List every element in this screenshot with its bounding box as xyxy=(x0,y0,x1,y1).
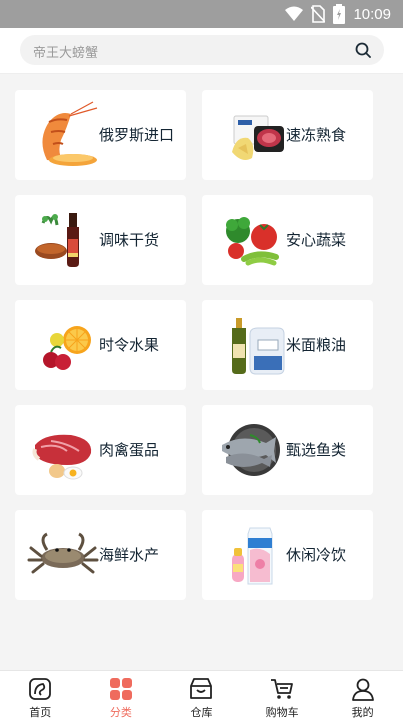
drink-icon xyxy=(232,527,273,585)
tab-label: 分类 xyxy=(109,706,132,719)
status-time: 10:09 xyxy=(353,5,391,23)
category-label: 海鲜水产 xyxy=(99,546,160,564)
grain-oil-icon xyxy=(232,318,285,375)
category-label: 休闲冷饮 xyxy=(286,546,347,564)
category-label: 米面粮油 xyxy=(286,336,347,354)
search-bar-area: 帝王大螃蟹 xyxy=(0,28,403,74)
category-card-seafood[interactable]: 海鲜水产 xyxy=(15,510,186,600)
frozen-food-icon xyxy=(232,115,284,160)
category-label: 调味干货 xyxy=(99,231,160,249)
tab-home[interactable]: 首页 xyxy=(0,671,81,722)
category-label: 俄罗斯进口 xyxy=(99,126,175,144)
category-label: 甄选鱼类 xyxy=(286,441,347,459)
tab-label: 我的 xyxy=(351,706,374,719)
category-card-grain-oil[interactable]: 米面粮油 xyxy=(202,300,373,390)
category-card-vegetables[interactable]: 安心蔬菜 xyxy=(202,195,373,285)
category-card-meat-egg[interactable]: 肉禽蛋品 xyxy=(15,405,186,495)
status-bar: 10:09 xyxy=(0,0,403,28)
category-label: 速冻熟食 xyxy=(286,126,347,144)
category-label: 肉禽蛋品 xyxy=(99,441,160,459)
category-icon xyxy=(109,678,132,700)
tab-label: 仓库 xyxy=(190,706,213,719)
category-card-frozen-food[interactable]: 速冻熟食 xyxy=(202,90,373,180)
tab-label: 购物车 xyxy=(265,706,299,719)
tab-cart[interactable]: 购物车 xyxy=(242,671,323,722)
crab-icon xyxy=(27,532,99,574)
meat-egg-icon xyxy=(32,434,92,480)
search-input[interactable]: 帝王大螃蟹 xyxy=(20,35,384,65)
warehouse-icon xyxy=(190,678,213,699)
tab-warehouse[interactable]: 仓库 xyxy=(161,671,242,722)
tab-category[interactable]: 分类 xyxy=(81,671,162,722)
category-card-fish[interactable]: 甄选鱼类 xyxy=(202,405,373,495)
category-card-drinks[interactable]: 休闲冷饮 xyxy=(202,510,373,600)
tab-profile[interactable]: 我的 xyxy=(322,671,403,722)
category-label: 安心蔬菜 xyxy=(286,231,347,249)
no-sim-icon xyxy=(311,5,326,23)
battery-icon xyxy=(333,4,346,24)
category-label: 时令水果 xyxy=(99,336,160,354)
fish-icon xyxy=(222,424,280,476)
shrimp-icon xyxy=(42,101,98,166)
home-icon xyxy=(29,678,52,700)
wifi-icon xyxy=(285,6,304,21)
cart-icon xyxy=(271,679,293,699)
seasoning-icon xyxy=(35,213,79,267)
fruit-icon xyxy=(43,326,91,370)
profile-icon xyxy=(351,678,374,701)
search-icon[interactable] xyxy=(355,42,371,58)
bottom-tab-bar: 首页 分类 仓库 购物车 我的 xyxy=(0,670,403,722)
tab-label: 首页 xyxy=(29,706,52,719)
vegetable-icon xyxy=(226,217,279,266)
category-card-fruit[interactable]: 时令水果 xyxy=(15,300,186,390)
search-placeholder: 帝王大螃蟹 xyxy=(33,46,99,61)
category-card-seasoning[interactable]: 调味干货 xyxy=(15,195,186,285)
category-card-russia-import[interactable]: 俄罗斯进口 xyxy=(15,90,186,180)
